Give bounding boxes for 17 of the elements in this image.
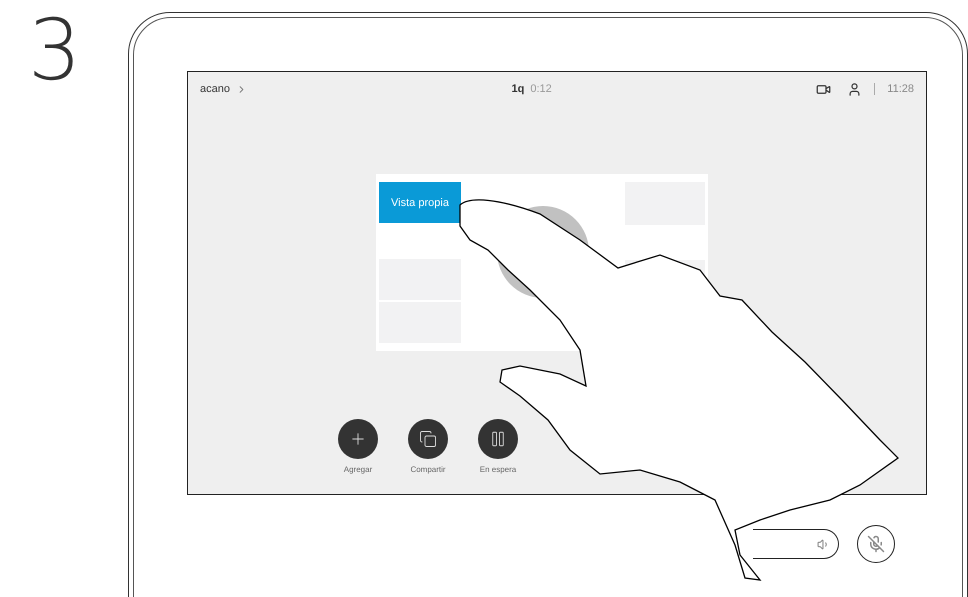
button-label: En espera — [480, 465, 516, 474]
call-button[interactable] — [478, 419, 518, 459]
person-icon[interactable] — [847, 82, 862, 96]
volume-control[interactable] — [753, 529, 839, 559]
speaker-icon — [817, 538, 830, 550]
call-title[interactable]: acano — [200, 83, 230, 95]
call-button[interactable] — [408, 419, 448, 459]
copy-icon — [419, 430, 437, 448]
call-duration: 0:12 — [530, 83, 552, 95]
button-label: Compartir — [410, 465, 446, 474]
caller-name: 1q — [512, 83, 524, 95]
mute-button[interactable] — [857, 525, 895, 563]
button-label: Agregar — [344, 465, 372, 474]
step-number: 3 — [28, 8, 82, 101]
mic-off-icon — [867, 535, 885, 553]
clock-time: 11:28 — [887, 83, 914, 95]
call-button[interactable] — [338, 419, 378, 459]
